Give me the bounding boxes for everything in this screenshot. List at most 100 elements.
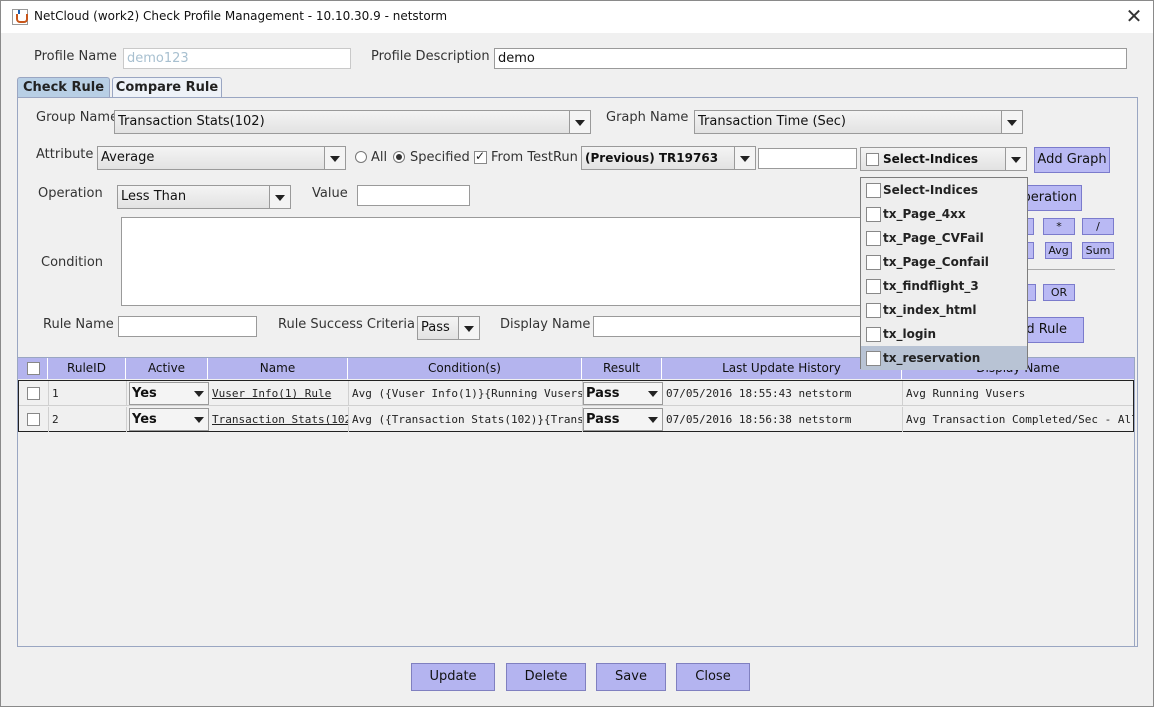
- group-name-value: Transaction Stats(102): [118, 114, 265, 129]
- divide-button[interactable]: /: [1082, 218, 1114, 235]
- rules-table: RuleID Active Name Condition(s) Result L…: [17, 357, 1135, 647]
- result-value: Pass: [586, 386, 620, 401]
- chevron-down-icon: [644, 409, 662, 430]
- rule-name-link[interactable]: Vuser Info(1) Rule: [209, 381, 349, 406]
- active-value: Yes: [132, 412, 157, 427]
- operation-select[interactable]: Less Than: [117, 185, 291, 209]
- operation-value: Less Than: [121, 189, 187, 204]
- result-value: Pass: [586, 412, 620, 427]
- profile-description-label: Profile Description: [371, 49, 490, 64]
- option-checkbox[interactable]: [866, 327, 881, 342]
- condition-cell: Avg ({Transaction Stats(102)}{Transac...: [349, 407, 583, 432]
- close-button[interactable]: Close: [676, 663, 750, 691]
- chevron-down-icon: [569, 111, 590, 133]
- operation-label: Operation: [38, 186, 103, 201]
- radio-specified-label: Specified: [410, 150, 470, 165]
- table-row[interactable]: 2 Yes Transaction Stats(102) R Avg ({Tra…: [19, 407, 1133, 432]
- option-label: tx_Page_CVFail: [883, 231, 984, 245]
- from-testrun-checkbox[interactable]: [474, 149, 487, 164]
- display-name-label: Display Name: [500, 317, 591, 332]
- rule-name-field[interactable]: [118, 316, 257, 337]
- operator-divider: [1020, 269, 1115, 270]
- row-checkbox[interactable]: [27, 387, 40, 400]
- multiply-button[interactable]: *: [1043, 218, 1075, 235]
- rule-name-label: Rule Name: [43, 317, 114, 332]
- java-app-icon: [12, 9, 28, 25]
- option-label: tx_Page_Confail: [883, 255, 989, 269]
- table-row[interactable]: 1 Yes Vuser Info(1) Rule Avg ({Vuser Inf…: [19, 381, 1133, 406]
- chevron-down-icon: [269, 186, 290, 208]
- active-select[interactable]: Yes: [129, 382, 209, 405]
- option-checkbox[interactable]: [866, 351, 881, 366]
- save-button[interactable]: Save: [596, 663, 666, 691]
- option-checkbox[interactable]: [866, 231, 881, 246]
- chevron-down-icon: [190, 409, 208, 430]
- indices-option[interactable]: tx_findflight_3: [861, 274, 1027, 298]
- option-label: tx_Page_4xx: [883, 207, 966, 221]
- option-checkbox[interactable]: [866, 207, 881, 222]
- delete-button[interactable]: Delete: [506, 663, 586, 691]
- testrun-select[interactable]: (Previous) TR19763: [581, 146, 756, 170]
- indices-option[interactable]: tx_Page_CVFail: [861, 226, 1027, 250]
- header-name[interactable]: Name: [208, 358, 348, 379]
- option-checkbox[interactable]: [866, 183, 881, 198]
- condition-label: Condition: [41, 255, 104, 270]
- testrun-text-field[interactable]: [758, 148, 857, 169]
- active-select[interactable]: Yes: [129, 408, 209, 431]
- header-conditions[interactable]: Condition(s): [348, 358, 582, 379]
- radio-all[interactable]: [355, 151, 367, 163]
- indices-option[interactable]: tx_index_html: [861, 298, 1027, 322]
- indices-select[interactable]: Select-Indices: [860, 147, 1027, 171]
- graph-name-select[interactable]: Transaction Time (Sec): [694, 110, 1023, 134]
- profile-description-field[interactable]: demo: [494, 48, 1127, 69]
- indices-option[interactable]: tx_Page_4xx: [861, 202, 1027, 226]
- header-active[interactable]: Active: [126, 358, 208, 379]
- rule-success-select[interactable]: Pass: [417, 316, 480, 340]
- condition-textarea[interactable]: [121, 217, 863, 306]
- add-graph-button[interactable]: Add Graph: [1034, 147, 1110, 173]
- profile-name-field[interactable]: demo123: [123, 48, 351, 69]
- or-button[interactable]: OR: [1043, 284, 1075, 301]
- option-label: Select-Indices: [883, 183, 978, 197]
- indices-value: Select-Indices: [883, 152, 978, 166]
- option-checkbox[interactable]: [866, 279, 881, 294]
- rule-name-link[interactable]: Transaction Stats(102) R: [209, 407, 349, 432]
- indices-option[interactable]: tx_Page_Confail: [861, 250, 1027, 274]
- profile-name-label: Profile Name: [34, 49, 117, 64]
- radio-all-label: All: [371, 150, 388, 165]
- group-name-label: Group Name: [36, 110, 119, 125]
- ruleid-cell: 1: [49, 381, 127, 406]
- result-select[interactable]: Pass: [583, 408, 663, 431]
- option-checkbox[interactable]: [866, 303, 881, 318]
- chevron-down-icon: [1001, 111, 1022, 133]
- display-name-field[interactable]: [593, 316, 865, 337]
- display-name-cell: Avg Transaction Completed/Sec - All: [906, 413, 1133, 426]
- indices-option[interactable]: tx_login: [861, 322, 1027, 346]
- tab-check-rule[interactable]: Check Rule: [17, 77, 110, 97]
- header-select-all[interactable]: [18, 358, 48, 379]
- update-button[interactable]: Update: [411, 663, 495, 691]
- close-icon[interactable]: ✕: [1123, 5, 1145, 27]
- option-checkbox[interactable]: [866, 255, 881, 270]
- indices-option[interactable]: Select-Indices: [861, 178, 1027, 202]
- indices-dropdown-list: Select-Indices tx_Page_4xx tx_Page_CVFai…: [860, 177, 1028, 370]
- select-all-checkbox[interactable]: [27, 362, 40, 375]
- display-name-cell: Avg Running Vusers: [906, 387, 1026, 400]
- result-select[interactable]: Pass: [583, 382, 663, 405]
- attribute-label: Attribute: [36, 147, 94, 162]
- indices-option-selected[interactable]: tx_reservation: [861, 346, 1027, 370]
- avg-button[interactable]: Avg: [1045, 242, 1072, 259]
- tab-compare-rule[interactable]: Compare Rule: [112, 77, 222, 97]
- rule-success-value: Pass: [421, 320, 450, 335]
- value-field[interactable]: [357, 185, 470, 206]
- header-result[interactable]: Result: [582, 358, 662, 379]
- window-title: NetCloud (work2) Check Profile Managemen…: [34, 9, 448, 23]
- header-ruleid[interactable]: RuleID: [48, 358, 126, 379]
- radio-specified[interactable]: [393, 151, 405, 163]
- group-name-select[interactable]: Transaction Stats(102): [114, 110, 591, 134]
- attribute-select[interactable]: Average: [97, 146, 346, 170]
- graph-name-value: Transaction Time (Sec): [698, 114, 846, 129]
- row-checkbox[interactable]: [27, 413, 40, 426]
- attribute-value: Average: [101, 150, 155, 165]
- sum-button[interactable]: Sum: [1082, 242, 1114, 259]
